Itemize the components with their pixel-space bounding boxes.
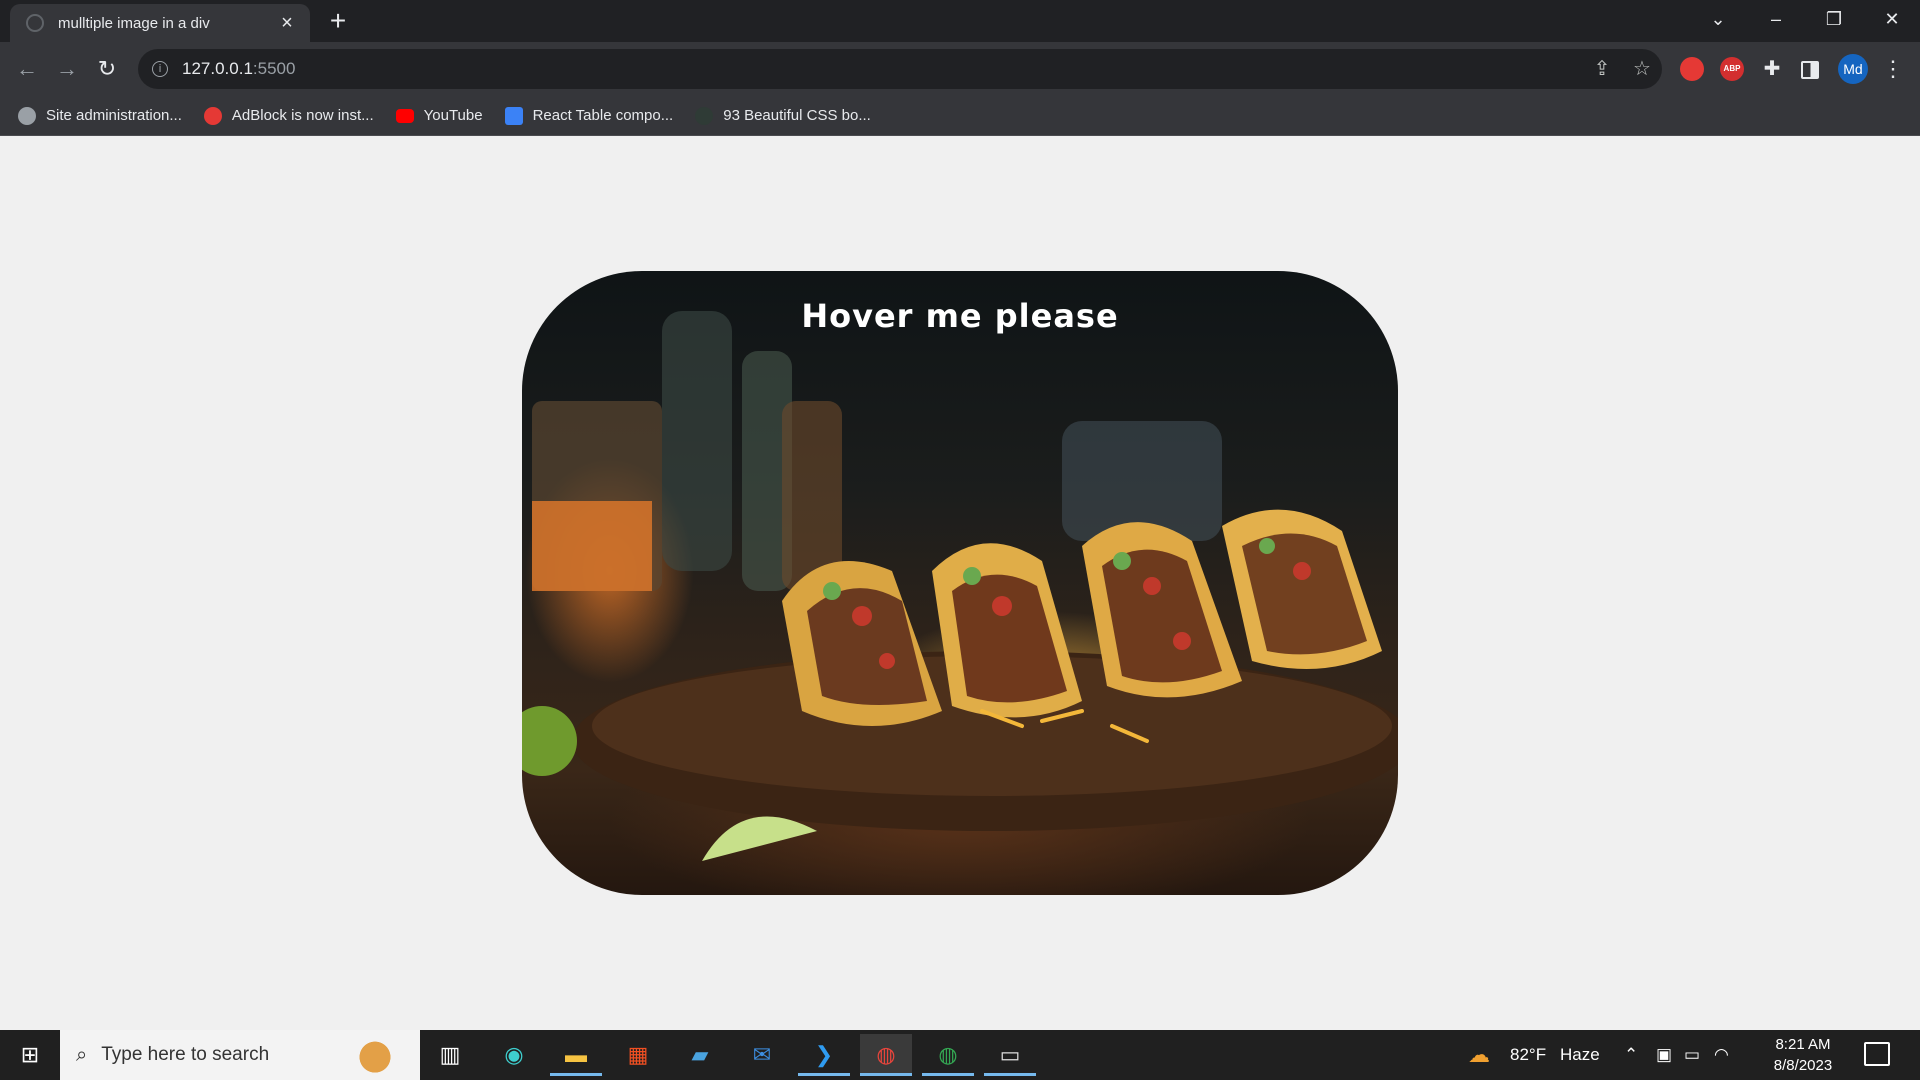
notes-app-icon[interactable]: ▰	[674, 1034, 726, 1076]
site-info-icon[interactable]: i	[152, 61, 168, 77]
bookmarks-bar: Site administration... AdBlock is now in…	[0, 96, 1920, 136]
bookmark-css[interactable]: 93 Beautiful CSS bo...	[695, 106, 871, 125]
windows-start-icon[interactable]: ⊞	[0, 1030, 60, 1080]
bookmark-label: 93 Beautiful CSS bo...	[723, 107, 871, 124]
minimize-button[interactable]: –	[1748, 0, 1804, 38]
chrome-icon[interactable]: ◍	[860, 1034, 912, 1076]
weather-icon[interactable]: ☁	[1468, 1030, 1490, 1080]
abp-extension-icon[interactable]: ABP	[1720, 57, 1744, 81]
css-icon	[695, 106, 714, 125]
tab-search-icon[interactable]: ⌄	[1690, 0, 1746, 38]
youtube-icon	[395, 108, 414, 123]
url-port: :5500	[252, 59, 296, 78]
bookmark-adblock[interactable]: AdBlock is now inst...	[203, 106, 374, 125]
bookmark-youtube[interactable]: YouTube	[395, 107, 483, 124]
chrome-alt-icon[interactable]: ◍	[922, 1034, 974, 1076]
tab-title: mulltiple image in a div	[58, 14, 210, 32]
search-highlight-icon	[350, 1034, 400, 1076]
terminal-icon[interactable]: ▭	[984, 1034, 1036, 1076]
adblock-icon	[203, 106, 222, 125]
close-window-button[interactable]: ✕	[1864, 0, 1920, 38]
clock-date: 8/8/2023	[1773, 1057, 1833, 1074]
battery-icon[interactable]: ▭	[1684, 1030, 1700, 1080]
bookmark-label: YouTube	[423, 107, 483, 124]
meet-icon[interactable]: ▣	[1656, 1030, 1672, 1080]
bookmark-label: Site administration...	[46, 107, 182, 124]
browser-toolbar: ← → ↻ i 127.0.0.1:5500 ⇪ ☆ ABP ✚ Md ⋮	[0, 42, 1920, 96]
bookmark-label: AdBlock is now inst...	[231, 107, 374, 124]
card-caption: Hover me please	[801, 297, 1119, 335]
wifi-icon[interactable]: ◠	[1714, 1030, 1729, 1080]
clock-time: 8:21 AM	[1775, 1036, 1831, 1053]
bookmark-star-icon[interactable]: ☆	[1625, 52, 1659, 86]
windows-taskbar: ⊞ ⌕ Type here to search ▥ ◉ ▬ ▦ ▰ ✉ ❯ ◍ …	[0, 1030, 1920, 1080]
store-icon[interactable]: ▦	[612, 1034, 664, 1076]
forward-arrow-icon[interactable]: →	[50, 52, 84, 86]
page-content: Hover me please	[0, 136, 1920, 1030]
notification-center-icon[interactable]	[1864, 1042, 1890, 1066]
extensions-puzzle-icon[interactable]: ✚	[1760, 57, 1784, 81]
tab-bar: mulltiple image in a div × + ⌄ – ❐ ✕	[0, 0, 1920, 42]
react-table-icon	[504, 106, 523, 125]
globe-icon	[26, 14, 44, 32]
system-clock[interactable]: 8:21 AM 8/8/2023	[1758, 1034, 1848, 1076]
url-host: 127.0.0.1	[182, 59, 253, 78]
vscode-icon[interactable]: ❯	[798, 1034, 850, 1076]
mail-icon[interactable]: ✉	[736, 1034, 788, 1076]
search-placeholder: Type here to search	[101, 1044, 270, 1065]
task-view-icon[interactable]: ▥	[424, 1034, 476, 1076]
share-icon[interactable]: ⇪	[1585, 52, 1619, 86]
chevron-up-icon[interactable]: ⌃	[1624, 1030, 1638, 1080]
weather-temp[interactable]: 82°F	[1510, 1030, 1546, 1080]
close-tab-icon[interactable]: ×	[276, 12, 298, 34]
back-arrow-icon[interactable]: ←	[10, 52, 44, 86]
search-icon: ⌕	[76, 1043, 88, 1066]
bookmark-label: React Table compo...	[532, 107, 674, 124]
restore-button[interactable]: ❐	[1806, 0, 1862, 38]
bookmark-site-admin[interactable]: Site administration...	[18, 106, 182, 125]
edge-icon[interactable]: ◉	[488, 1034, 540, 1076]
tacos-image	[522, 311, 1398, 861]
reload-icon[interactable]: ↻	[90, 52, 124, 86]
taco-image-card[interactable]: Hover me please	[522, 271, 1398, 895]
profile-avatar[interactable]: Md	[1838, 54, 1868, 84]
file-explorer-icon[interactable]: ▬	[550, 1034, 602, 1076]
site-icon	[18, 106, 36, 125]
taskbar-search-box[interactable]: ⌕ Type here to search	[60, 1030, 420, 1080]
menu-kebab-icon[interactable]: ⋮	[1882, 52, 1904, 86]
bookmark-react-table[interactable]: React Table compo...	[504, 106, 674, 125]
adblock-extension-icon[interactable]	[1680, 57, 1704, 81]
weather-desc[interactable]: Haze	[1560, 1030, 1600, 1080]
side-panel-icon[interactable]	[1801, 61, 1819, 79]
new-tab-button[interactable]: +	[322, 6, 354, 38]
browser-tab[interactable]: mulltiple image in a div ×	[10, 4, 310, 42]
address-bar[interactable]: i 127.0.0.1:5500	[138, 49, 1662, 89]
